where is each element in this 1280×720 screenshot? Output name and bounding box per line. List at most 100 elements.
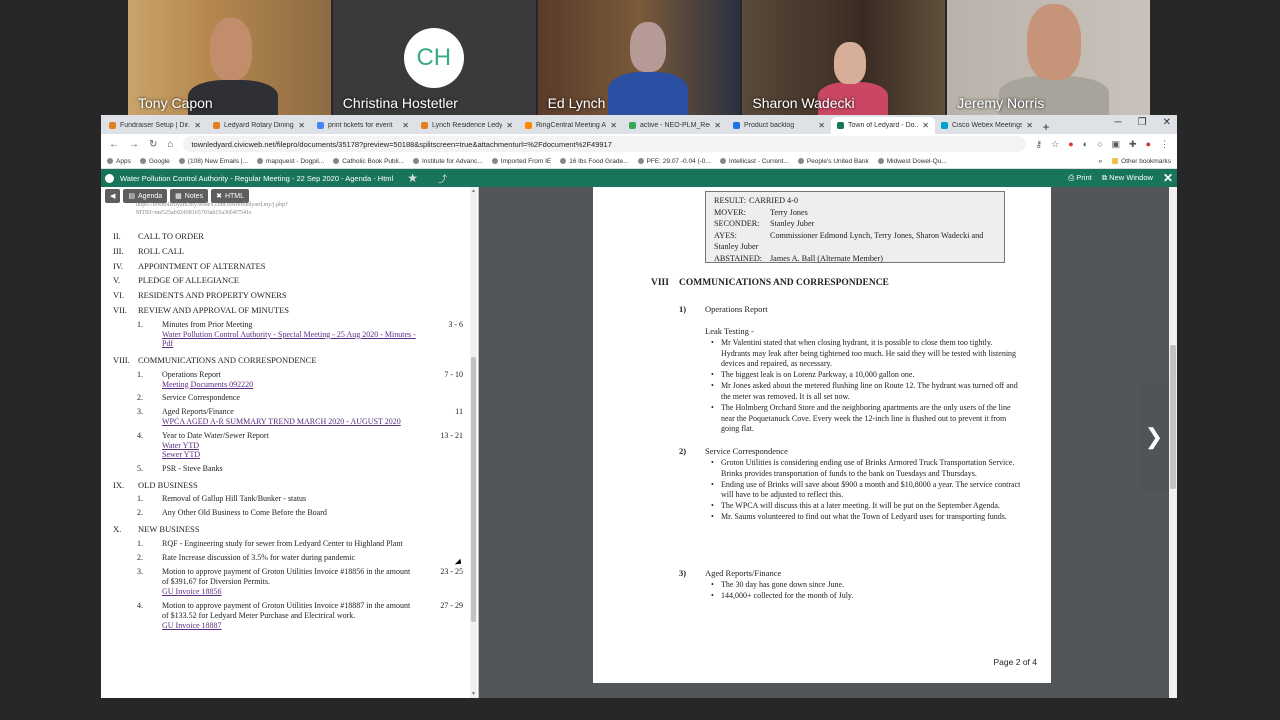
tab-close-icon[interactable]: ✕: [610, 121, 617, 130]
agenda-section: IX. OLD BUSINESS: [101, 480, 471, 495]
service-bullets: Groton Utilities is considering ending u…: [711, 458, 1021, 524]
scroll-down-icon[interactable]: ▼: [471, 691, 476, 697]
more-bookmarks-button[interactable]: »: [1099, 158, 1103, 165]
bullet-item: Ending use of Brinks will save about $90…: [711, 480, 1021, 501]
attachment-link[interactable]: Water YTD: [162, 441, 416, 451]
scrollbar-thumb[interactable]: [1170, 345, 1176, 489]
tab-close-icon[interactable]: ✕: [402, 121, 409, 130]
tab-label: active - NEO-PLM_Req...: [640, 122, 710, 129]
external-link-icon: ⧉: [1101, 173, 1108, 182]
attachment-link[interactable]: GU Invoice 18887: [162, 621, 416, 631]
maximize-icon[interactable]: ❐: [1138, 117, 1147, 128]
attachment-link[interactable]: Sewer YTD: [162, 450, 416, 460]
tab-close-icon[interactable]: ✕: [922, 121, 929, 130]
bookmark-item[interactable]: (108) New Emails |...: [178, 158, 248, 165]
bookmark-favicon-icon: [877, 158, 884, 164]
new-tab-button[interactable]: +: [1039, 120, 1053, 134]
result-row: ABSTAINED: James A. Ball (Alternate Membe…: [714, 253, 996, 265]
menu-icon[interactable]: ⋮: [1160, 139, 1169, 150]
participant-tile[interactable]: Tony Capon: [128, 0, 331, 115]
item-title: Rate Increase discussion of 3.5% for wat…: [162, 553, 356, 563]
bookmark-item[interactable]: PFE: 29.07 -0.04 (-0...: [637, 158, 711, 165]
bookmark-item[interactable]: 16 lbs Food Grade...: [560, 158, 629, 165]
participant-tile[interactable]: Jeremy Norris: [947, 0, 1150, 115]
back-arrow-button[interactable]: ◀: [105, 189, 121, 203]
bookmark-item[interactable]: Apps: [107, 158, 131, 165]
new-window-button[interactable]: ⧉ New Window: [1102, 173, 1153, 183]
result-label: SECONDER:: [714, 219, 760, 228]
reload-icon[interactable]: ↻: [149, 139, 157, 150]
result-row: MOVER: Terry Jones: [714, 207, 996, 219]
profile-icon[interactable]: ●: [1146, 139, 1151, 150]
key-icon[interactable]: ⚷: [1036, 139, 1043, 150]
document-viewer: RESULT: CARRIED 4-0 MOVER: Terry Jones SECON…: [479, 187, 1177, 698]
agenda-section: VIII. COMMUNICATIONS AND CORRESPONDENCE: [101, 355, 471, 370]
screen: Tony Capon CH Christina Hostetler Ed Lyn…: [0, 0, 1280, 720]
bookmark-item[interactable]: Google: [139, 157, 170, 165]
tab-close-icon[interactable]: ✕: [818, 121, 825, 130]
bookmark-item[interactable]: Intellicast - Current...: [719, 158, 789, 165]
scrollbar-thumb[interactable]: [471, 357, 476, 622]
result-value: James A. Ball (Alternate Member): [770, 253, 883, 263]
tab-close-icon[interactable]: ✕: [1026, 121, 1033, 130]
attachment-link[interactable]: Meeting Documents 092220: [162, 380, 416, 390]
tab-close-icon[interactable]: ✕: [714, 121, 721, 130]
close-icon[interactable]: ✕: [1163, 117, 1171, 128]
browser-tab[interactable]: print tickets for event ✕: [311, 117, 415, 134]
extension-icon[interactable]: ◐: [1083, 139, 1088, 150]
bookmark-item[interactable]: mapquest - Dogpil...: [257, 158, 324, 165]
print-icon: ⎙: [1068, 173, 1075, 182]
attachment-link[interactable]: Water Pollution Control Authority - Spec…: [162, 330, 416, 349]
next-page-button[interactable]: ❯: [1139, 382, 1169, 492]
agenda-scrollbar[interactable]: ▲ ▼: [470, 187, 477, 698]
scroll-up-icon[interactable]: ▲: [471, 188, 476, 194]
print-button[interactable]: ⎙ Print: [1068, 173, 1092, 183]
extension-icon[interactable]: ●: [1068, 139, 1073, 150]
browser-tab[interactable]: active - NEO-PLM_Req... ✕: [623, 117, 727, 134]
browser-tab[interactable]: Town of Ledyard - Do... ✕: [831, 117, 935, 134]
share-icon[interactable]: ⤴: [438, 172, 447, 185]
tab-close-icon[interactable]: ✕: [298, 121, 305, 130]
bookmark-item[interactable]: Catholic Book Publi...: [333, 158, 404, 165]
extension-icon[interactable]: ▣: [1112, 139, 1121, 150]
browser-tab[interactable]: Cisco Webex Meetings ✕: [935, 117, 1039, 134]
close-viewer-icon[interactable]: ✕: [1163, 171, 1173, 185]
bullet-item: The WPCA will discuss this at a later me…: [711, 501, 1021, 512]
section-title: ROLL CALL: [138, 245, 185, 256]
subsection-title: Service Correspondence: [705, 446, 788, 456]
bullet-item: Mr Valentini stated that when closing hy…: [711, 338, 1021, 370]
home-icon[interactable]: ⌂: [167, 139, 173, 150]
bookmark-label: Google: [148, 157, 170, 165]
bookmark-item[interactable]: Midwest Dowel-Qu...: [877, 158, 947, 165]
bookmark-star-icon[interactable]: ☆: [1051, 139, 1059, 150]
browser-tab[interactable]: Fundraiser Setup | Dir... ✕: [103, 117, 207, 134]
tab-close-icon[interactable]: ✕: [506, 121, 513, 130]
agenda-item: 2. Service Correspondence: [101, 393, 471, 403]
attachment-link[interactable]: WPCA AGED A-R SUMMARY TREND MARCH 2020 -…: [162, 417, 416, 427]
browser-tab[interactable]: RingCentral Meeting A... ✕: [519, 117, 623, 134]
agenda-item: 1. RQF - Engineering study for sewer from…: [101, 539, 471, 549]
agenda-section: X. NEW BUSINESS: [101, 524, 471, 539]
bookmark-item[interactable]: Institute for Advanc...: [412, 158, 483, 165]
puzzle-icon[interactable]: ✚: [1129, 139, 1137, 150]
back-icon[interactable]: ←: [109, 139, 119, 150]
participant-tile[interactable]: CH Christina Hostetler: [332, 0, 536, 115]
bookmark-item[interactable]: People's United Bank: [797, 158, 869, 165]
favorite-star-icon[interactable]: ★: [407, 171, 418, 185]
document-scrollbar[interactable]: [1169, 187, 1177, 698]
minimize-icon[interactable]: ─: [1115, 117, 1122, 128]
browser-tab[interactable]: Lynch Residence Ledy... ✕: [415, 117, 519, 134]
participant-tile[interactable]: Ed Lynch: [537, 0, 741, 115]
url-input[interactable]: townledyard.civicweb.net/filepro/documen…: [183, 136, 1026, 152]
browser-tab[interactable]: Ledyard Rotary Dining... ✕: [207, 117, 311, 134]
participant-tile[interactable]: Sharon Wadecki: [742, 0, 946, 115]
browser-tab[interactable]: Product backlog ✕: [727, 117, 831, 134]
extension-icon[interactable]: ○: [1097, 139, 1102, 150]
address-bar-row: ← → ↻ ⌂ townledyard.civicweb.net/filepro…: [101, 134, 1177, 154]
attachment-link[interactable]: GU Invoice 18856: [162, 587, 416, 597]
other-bookmarks-button[interactable]: Other bookmarks: [1112, 158, 1171, 165]
result-label: ABSTAINED:: [714, 253, 763, 263]
bookmark-item[interactable]: Imported From IE: [491, 158, 551, 165]
forward-icon[interactable]: →: [129, 139, 139, 150]
tab-close-icon[interactable]: ✕: [194, 121, 201, 130]
